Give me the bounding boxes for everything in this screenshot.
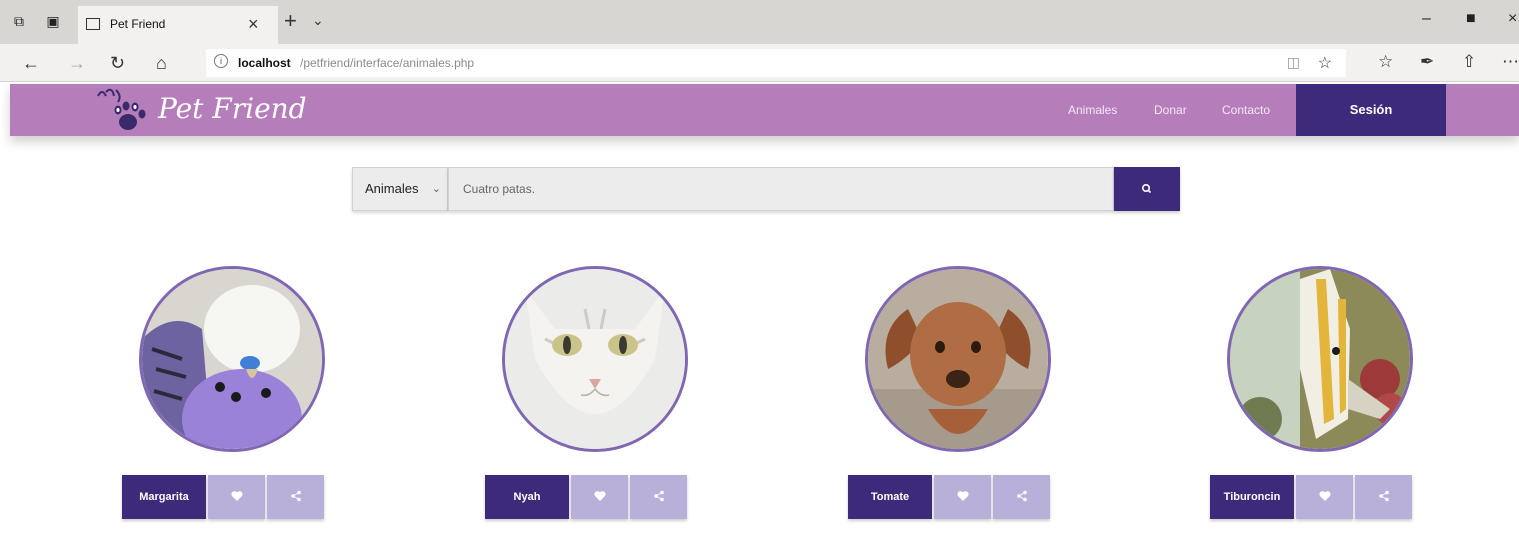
chevron-down-icon: ⌄ — [431, 183, 441, 195]
animal-photo-dog[interactable] — [865, 266, 1051, 452]
browser-address-bar: ← → ↻ ⌂ i localhost /petfriend/interface… — [0, 44, 1519, 82]
paw-logo-icon — [97, 88, 146, 130]
reading-view-icon[interactable]: ◫ — [1287, 54, 1300, 71]
animal-photo-fish[interactable] — [1227, 266, 1413, 452]
heart-icon — [956, 491, 969, 501]
tab-title: Pet Friend — [110, 17, 166, 31]
favorite-star-icon[interactable]: ☆ — [1318, 53, 1332, 73]
like-button[interactable] — [571, 475, 628, 519]
more-icon[interactable]: ⋯ — [1502, 52, 1519, 72]
share-icon — [1016, 490, 1027, 502]
back-icon[interactable]: ← — [22, 53, 40, 74]
nav-contacto[interactable]: Contacto — [1222, 103, 1270, 117]
share-button[interactable] — [993, 475, 1050, 519]
search-button[interactable] — [1114, 167, 1180, 211]
site-logo-text[interactable]: Pet Friend — [158, 92, 307, 125]
tab-actions-icon[interactable]: ⧉ — [10, 12, 28, 30]
pen-icon[interactable]: ✒ — [1420, 52, 1434, 72]
animal-card: Nyah — [485, 266, 705, 526]
like-button[interactable] — [1296, 475, 1353, 519]
nav-animales[interactable]: Animales — [1068, 103, 1117, 117]
animal-photo-budgie[interactable] — [139, 266, 325, 452]
minimize-icon[interactable]: – — [1422, 10, 1431, 28]
nav-donar[interactable]: Donar — [1154, 103, 1187, 117]
forward-icon[interactable]: → — [68, 53, 86, 74]
like-button[interactable] — [208, 475, 265, 519]
close-tab-icon[interactable]: × — [248, 14, 259, 35]
share-icon — [653, 490, 664, 502]
url-field[interactable]: i localhost /petfriend/interface/animale… — [206, 49, 1346, 77]
like-button[interactable] — [934, 475, 991, 519]
tab-list-chevron-icon[interactable]: ⌄ — [312, 12, 324, 29]
browser-tab-bar: ⧉ ▣ Pet Friend × + ⌄ – ■ × — [0, 0, 1519, 44]
refresh-icon[interactable]: ↻ — [110, 53, 125, 74]
animal-name-button[interactable]: Nyah — [485, 475, 569, 519]
maximize-icon[interactable]: ■ — [1466, 10, 1476, 28]
heart-icon — [230, 491, 243, 501]
heart-icon — [1318, 491, 1331, 501]
category-select-value: Animales — [365, 181, 419, 196]
favorites-icon[interactable]: ☆ — [1378, 52, 1393, 72]
share-icon — [1378, 490, 1389, 502]
share-icon — [290, 490, 301, 502]
animal-name-button[interactable]: Margarita — [122, 475, 206, 519]
share-icon[interactable]: ⇧ — [1462, 52, 1476, 72]
site-info-icon[interactable]: i — [214, 54, 228, 68]
url-host: localhost — [238, 56, 291, 70]
page-favicon-icon — [86, 18, 100, 30]
browser-tab[interactable]: Pet Friend × — [78, 6, 278, 44]
category-select[interactable]: Animales ⌄ — [352, 167, 448, 211]
search-input[interactable] — [448, 167, 1114, 211]
new-tab-icon[interactable]: + — [284, 8, 297, 34]
animal-photo-cat[interactable] — [502, 266, 688, 452]
set-aside-tabs-icon[interactable]: ▣ — [44, 12, 62, 30]
site-header: Pet Friend Animales Donar Contacto Sesió… — [10, 84, 1519, 136]
share-button[interactable] — [267, 475, 324, 519]
close-window-icon[interactable]: × — [1508, 10, 1517, 28]
animal-card: Margarita — [122, 266, 342, 526]
heart-icon — [593, 491, 606, 501]
animal-card: Tomate — [848, 266, 1068, 526]
search-icon — [1141, 183, 1152, 194]
session-button[interactable]: Sesión — [1296, 84, 1446, 136]
share-button[interactable] — [1355, 475, 1412, 519]
animal-card: Tiburoncin — [1210, 266, 1430, 526]
animal-name-button[interactable]: Tomate — [848, 475, 932, 519]
home-icon[interactable]: ⌂ — [156, 53, 167, 74]
url-path: /petfriend/interface/animales.php — [300, 56, 475, 70]
share-button[interactable] — [630, 475, 687, 519]
animal-name-button[interactable]: Tiburoncin — [1210, 475, 1294, 519]
